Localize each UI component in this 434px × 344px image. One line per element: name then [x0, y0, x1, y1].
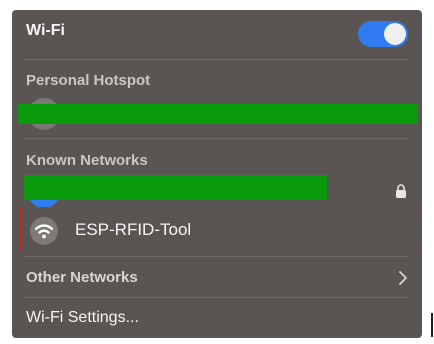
personal-hotspot-heading: Personal Hotspot [26, 72, 151, 89]
divider [24, 59, 409, 60]
known-networks-heading: Known Networks [26, 152, 148, 169]
wifi-title: Wi-Fi [26, 22, 65, 39]
network-item-esp-rfid-tool[interactable]: ESP-RFID-Tool [20, 207, 418, 252]
network-name: ESP-RFID-Tool [75, 220, 192, 239]
chevron-right-icon [399, 271, 407, 285]
wifi-toggle-knob [384, 23, 406, 45]
redaction-bar-hotspot [18, 104, 418, 124]
redaction-bar-known-network [24, 175, 327, 200]
wifi-icon [30, 217, 58, 245]
other-networks-item[interactable]: Other Networks [12, 258, 422, 296]
divider [24, 256, 409, 257]
lock-icon [396, 184, 406, 198]
wifi-menu-panel: Wi-Fi Personal Hotspot Known Networks ES… [12, 10, 422, 338]
wifi-header-row: Wi-Fi [12, 10, 422, 58]
text-cursor [431, 313, 433, 337]
wifi-toggle[interactable] [358, 21, 408, 47]
divider [24, 138, 409, 139]
other-networks-label: Other Networks [26, 269, 138, 286]
wifi-settings-label: Wi-Fi Settings... [26, 309, 139, 326]
wifi-settings-item[interactable]: Wi-Fi Settings... [12, 298, 422, 338]
